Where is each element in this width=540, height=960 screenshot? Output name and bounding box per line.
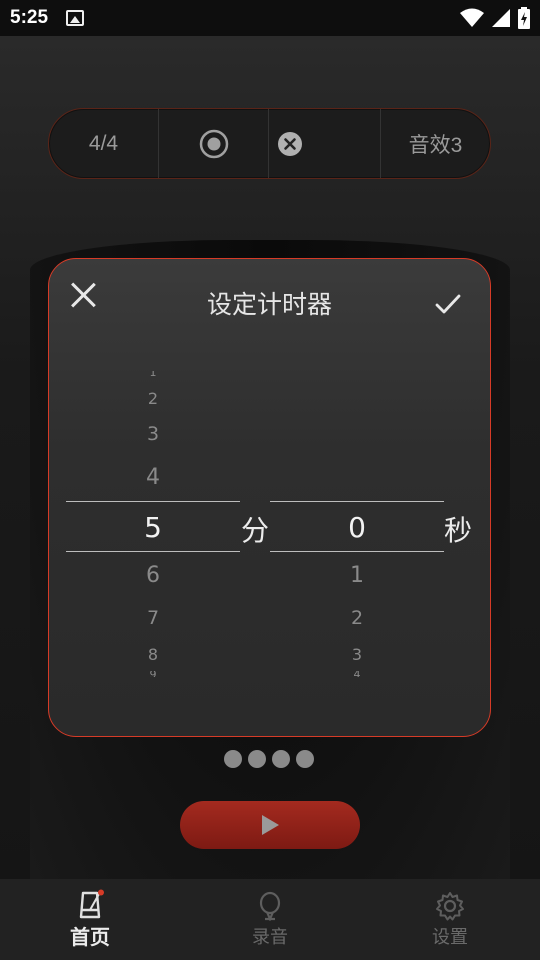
microphone-icon [259,891,281,921]
minutes-picker[interactable]: 1 2 3 4 5 6 7 8 9 [66,359,240,689]
status-time: 5:25 [10,7,49,28]
close-circle-icon [278,131,302,156]
nav-label: 设置 [432,926,468,948]
minutes-option: 6 [146,563,160,588]
sound-effect-button[interactable]: 音效3 [381,109,490,178]
minutes-option: 3 [146,423,160,445]
nav-item-home[interactable]: 首页 [0,879,180,960]
nav-label: 录音 [252,926,288,948]
gear-icon [436,891,464,920]
confirm-check-icon[interactable] [435,293,461,315]
seconds-unit: 秒 [444,514,473,547]
minutes-unit: 分 [241,514,270,547]
radio-target-icon [199,129,228,158]
play-button[interactable] [180,801,360,849]
time-signature-label: 4/4 [88,131,119,155]
sound-effect-label: 音效3 [408,133,463,157]
timer-dialog: 设定计时器 1 2 3 4 5 6 7 8 9 分 0 1 2 3 4 秒 [48,258,491,737]
status-bar: 5:25 [0,0,540,36]
seconds-option: 4 [270,671,444,677]
minutes-option: 8 [147,645,159,664]
page-dot[interactable] [224,750,242,768]
minutes-bottom-divider [66,551,240,552]
minutes-top-divider [66,501,240,502]
control-bar: 4/4 音效3 [48,108,491,179]
seconds-option: 2 [350,607,364,629]
cell-signal-icon [492,9,510,27]
page-indicator [224,750,314,768]
seconds-top-divider [270,501,444,502]
page-dot[interactable] [272,750,290,768]
nav-item-record[interactable]: 录音 [180,879,360,960]
minutes-option: 7 [146,607,160,629]
record-toggle-button[interactable] [159,109,269,178]
minutes-selected: 5 [144,511,162,544]
minutes-option: 1 [149,371,157,379]
wifi-icon [460,8,484,27]
minutes-option: 2 [147,389,159,408]
seconds-picker[interactable]: 0 1 2 3 4 [270,359,444,689]
time-signature-button[interactable]: 4/4 [49,109,159,178]
dialog-title: 设定计时器 [206,290,332,319]
page-dot[interactable] [296,750,314,768]
seconds-option: 3 [351,645,363,664]
seconds-bottom-divider [270,551,444,552]
page-dot[interactable] [248,750,266,768]
play-icon [262,815,279,835]
metronome-icon [79,889,104,919]
seconds-option: 1 [350,563,364,588]
minutes-option: 9 [66,671,240,677]
minutes-option: 4 [146,465,160,490]
clear-button[interactable] [269,109,381,178]
battery-icon [518,7,530,29]
nav-label: 首页 [70,925,110,949]
status-icons [460,7,530,29]
nav-item-settings[interactable]: 设置 [360,879,540,960]
seconds-selected: 0 [348,511,366,544]
image-notification-icon [66,10,85,26]
bottom-navigation: 首页 录音 设置 [0,879,540,960]
